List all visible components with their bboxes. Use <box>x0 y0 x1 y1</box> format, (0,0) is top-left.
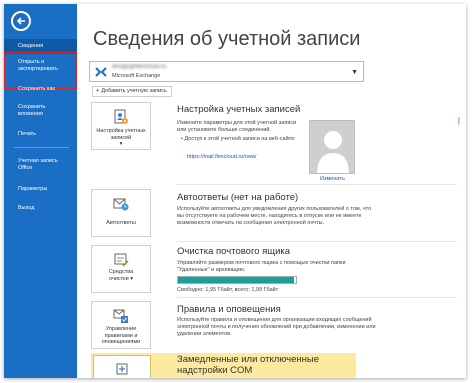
tile-label: Настройка учетных записей <box>96 128 146 141</box>
section-title-autoreply: Автоответы (нет на работе) <box>177 192 299 203</box>
tile-caret: ▾ <box>119 141 123 147</box>
cleanup-tools-tile[interactable]: Средства очистки ▾ <box>91 245 151 293</box>
sidebar-item-options[interactable]: Параметры <box>4 186 77 193</box>
com-addins-tile[interactable] <box>93 355 151 378</box>
mailbox-storage-bar <box>177 276 297 284</box>
section-desc-settings: Измените параметры для этой учетной запи… <box>177 120 297 133</box>
section-desc-autoreply: Используйте автоответы для уведомления д… <box>177 206 372 226</box>
section-title-com: Замедленные или отключенные надстройки C… <box>177 354 320 376</box>
back-arrow-icon <box>16 17 25 25</box>
section-divider <box>177 241 457 242</box>
add-account-button[interactable]: + Добавить учетную запись <box>92 86 172 97</box>
change-photo-link[interactable]: Изменить <box>320 176 345 182</box>
tile-label: Управление правилами и оповещениями <box>101 326 141 345</box>
sidebar-item-save-attachments[interactable]: Сохранить вложения <box>4 104 62 118</box>
storage-fill <box>178 277 294 283</box>
autoreplies-tile[interactable]: Автоответы <box>91 189 151 237</box>
sidebar-item-save-as[interactable]: Сохранить как <box>4 86 77 93</box>
main-content: Сведения об учетной записи dvsdjo@flexcl… <box>77 4 466 378</box>
section-divider <box>177 297 457 298</box>
side-marker: | <box>457 116 460 125</box>
account-selector[interactable]: dvsdjo@flexcloud.ru Microsoft Exchange ▼ <box>89 61 364 82</box>
sidebar-item-office-account[interactable]: Учетная запись Office <box>4 158 62 172</box>
bullet-web-access: • Доступ к этой учетной записи на веб-са… <box>181 136 296 142</box>
rules-alerts-tile[interactable]: Управление правилами и оповещениями <box>91 301 151 349</box>
cleanup-icon <box>114 253 129 267</box>
storage-text: Свободно: 1,95 Гбайт, всего: 1,99 Гбайт <box>177 287 279 293</box>
sidebar-item-exit[interactable]: Выход <box>4 205 77 212</box>
tile-label: очистки ▾ <box>109 276 133 282</box>
section-desc-rules: Используйте правила и оповещения для орг… <box>177 317 376 337</box>
sidebar: Сведения Открыть и экспортировать Сохран… <box>4 4 77 378</box>
account-email: dvsdjo@flexcloud.ru <box>112 64 167 70</box>
highlight-box <box>4 52 77 89</box>
plus-icon: + <box>96 88 100 94</box>
account-settings-tile[interactable]: Настройка учетных записей ▾ <box>91 102 151 150</box>
com-addins-icon <box>116 363 128 375</box>
person-icon <box>317 131 349 173</box>
owa-link[interactable]: https://mail.flexcloud.ru/owa/ <box>187 154 256 160</box>
section-title-settings: Настройка учетных записей <box>177 104 301 115</box>
sidebar-divider <box>14 147 69 148</box>
account-settings-icon <box>114 109 128 124</box>
section-divider <box>177 184 457 185</box>
rules-icon <box>113 309 128 323</box>
autoreply-icon <box>113 198 129 211</box>
tile-label: Средства <box>108 269 134 275</box>
section-desc-cleanup: Управляйте размером почтового ящика с по… <box>177 260 346 273</box>
backstage-window: Сведения Открыть и экспортировать Сохран… <box>4 4 466 378</box>
page-title: Сведения об учетной записи <box>93 28 361 50</box>
sidebar-item-print[interactable]: Печать <box>4 131 77 138</box>
chevron-down-icon: ▼ <box>351 69 358 76</box>
exchange-icon <box>95 67 107 77</box>
account-type: Microsoft Exchange <box>112 73 161 79</box>
section-title-cleanup: Очистка почтового ящика <box>177 246 291 257</box>
back-button[interactable] <box>11 11 31 31</box>
profile-photo <box>309 120 355 174</box>
section-title-rules: Правила и оповещения <box>177 304 281 315</box>
tile-label: Автоответы <box>106 220 136 226</box>
